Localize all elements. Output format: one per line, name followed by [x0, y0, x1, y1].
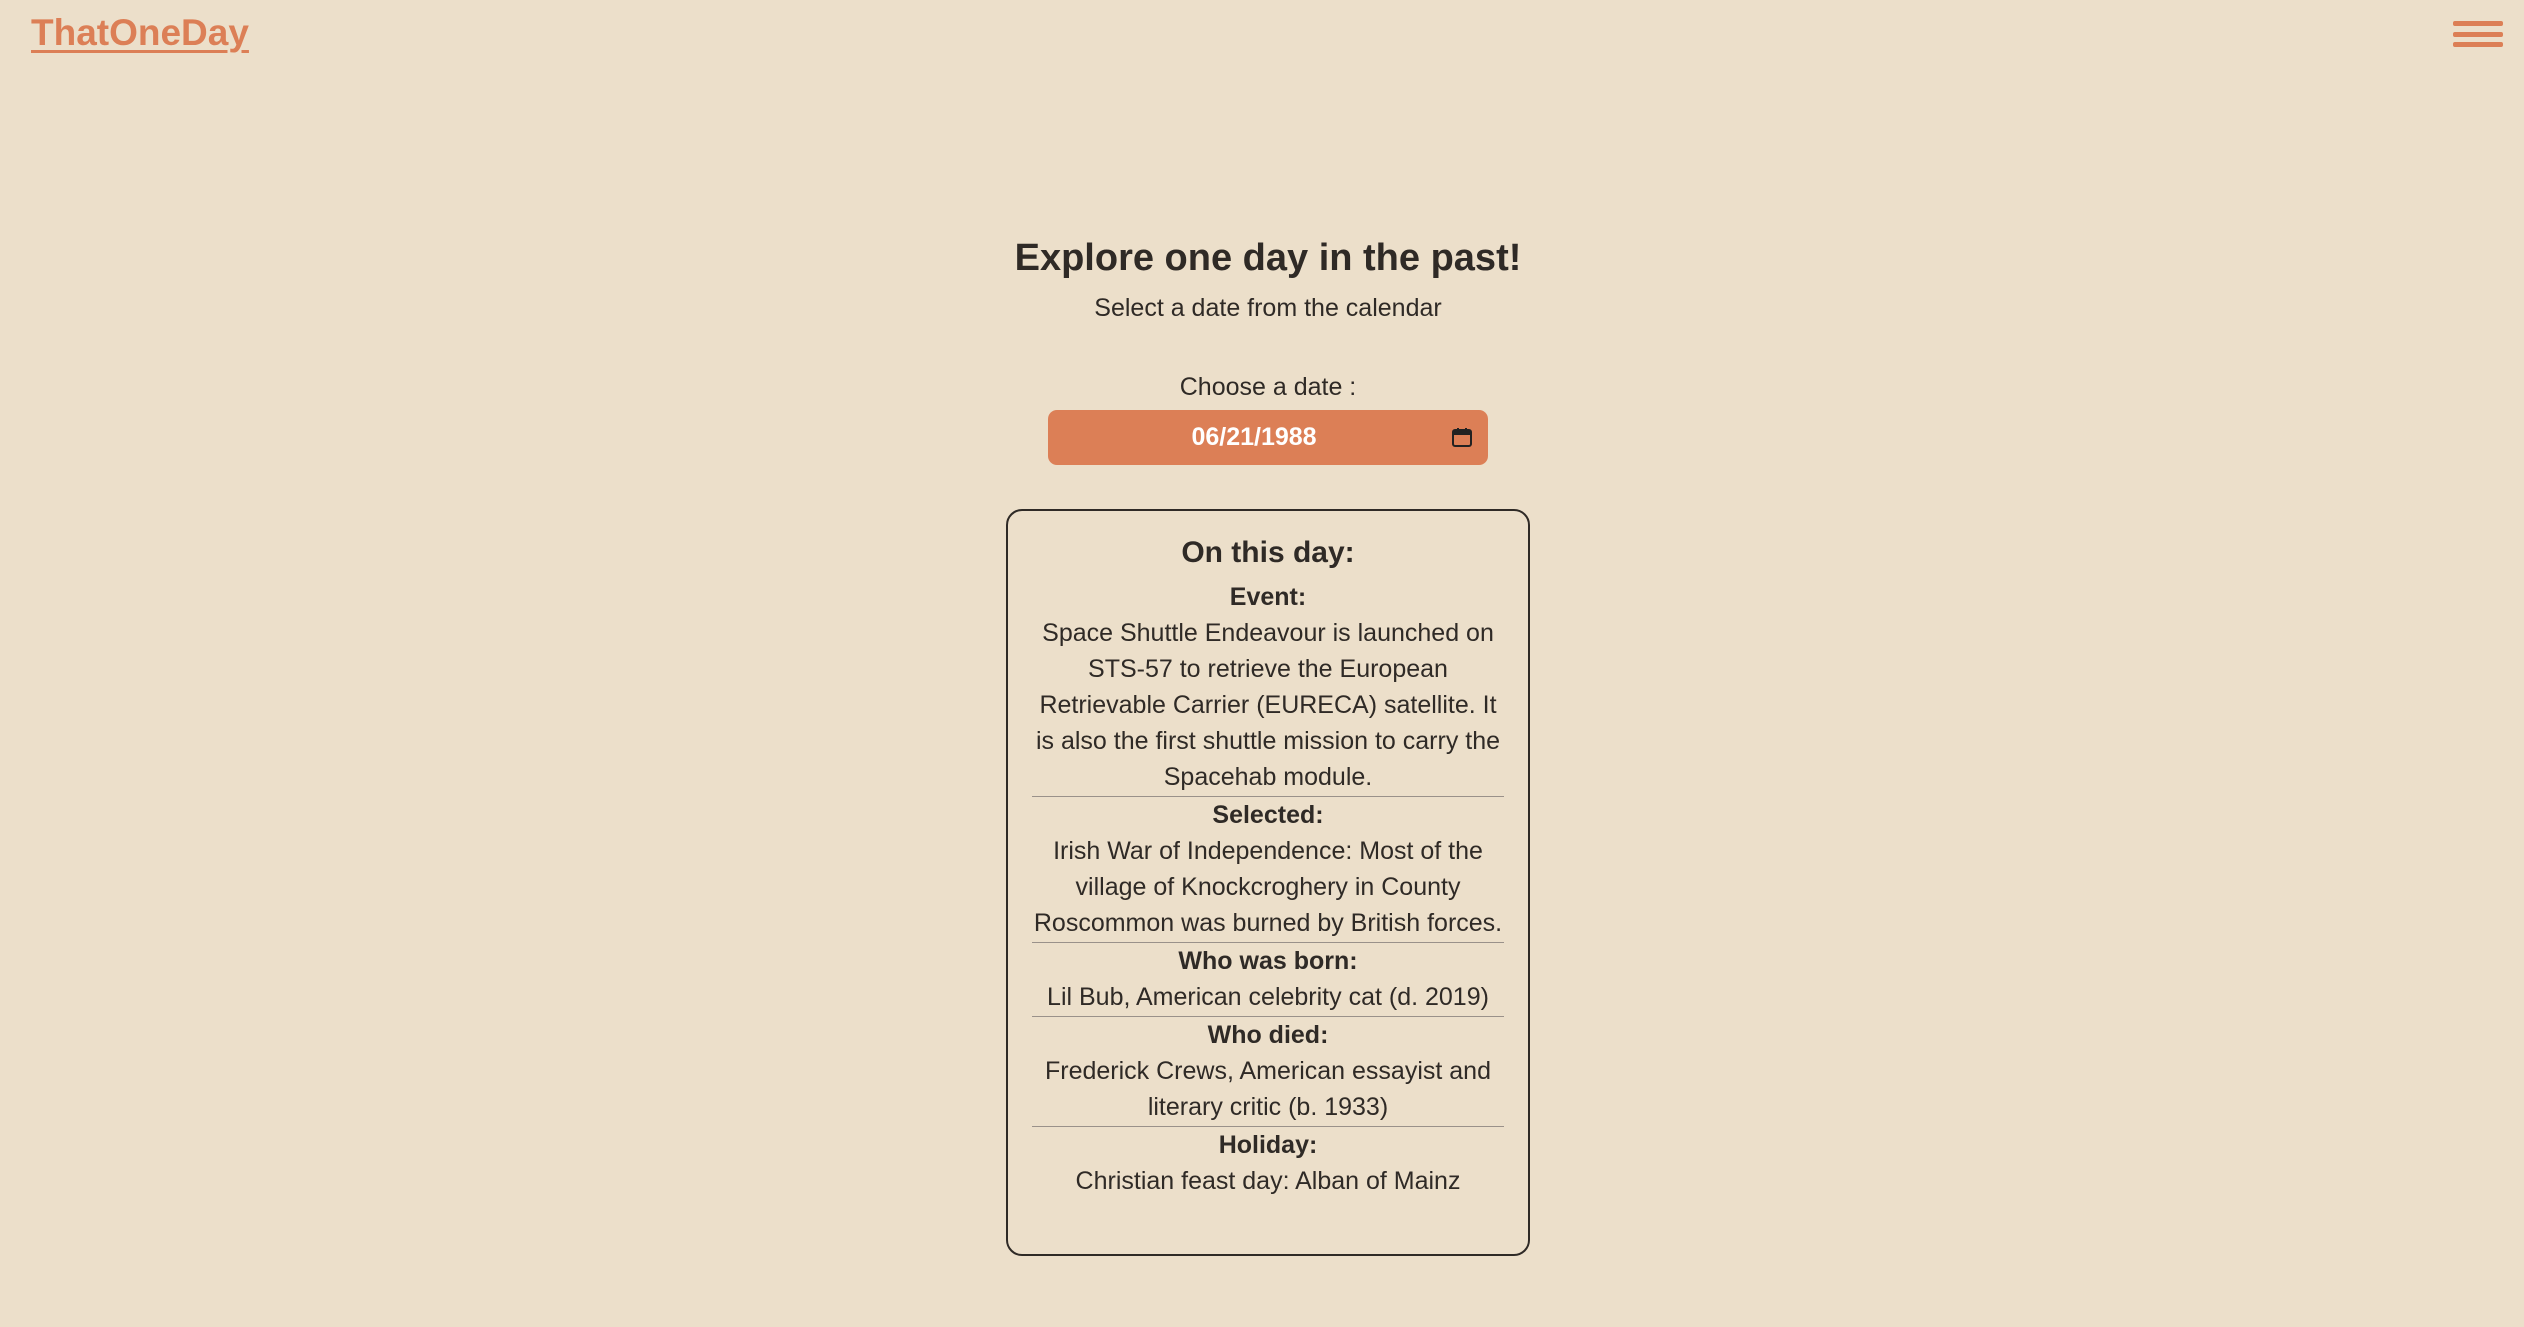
holiday-section: Holiday: Christian feast day: Alban of M…: [1032, 1127, 1504, 1200]
event-section: Event: Space Shuttle Endeavour is launch…: [1032, 579, 1504, 797]
section-title: Holiday:: [1218, 1131, 1318, 1159]
calendar-icon[interactable]: [1452, 428, 1472, 447]
menu-bar: [2453, 42, 2503, 47]
page-title: Explore one day in the past!: [1014, 237, 1522, 279]
hamburger-menu-icon[interactable]: [2453, 21, 2503, 47]
logo-link[interactable]: ThatOneDay: [31, 12, 249, 54]
section-text: Space Shuttle Endeavour is launched on S…: [1035, 619, 1501, 791]
date-value: 06/21/1988: [1191, 423, 1317, 451]
date-label: Choose a date :: [1179, 373, 1357, 401]
section-text: Lil Bub, American celebrity cat (d. 2019…: [1047, 983, 1489, 1011]
section-text: Christian feast day: Alban of Mainz: [1075, 1167, 1461, 1195]
section-title: Who died:: [1207, 1021, 1329, 1049]
menu-bar: [2453, 31, 2503, 37]
hero: Explore one day in the past! Select a da…: [0, 230, 2524, 330]
section-text: Frederick Crews, American essayist and l…: [1045, 1057, 1491, 1121]
section-title: Event:: [1229, 583, 1307, 611]
section-title: Selected:: [1212, 801, 1324, 829]
selected-section: Selected: Irish War of Independence: Mos…: [1032, 797, 1504, 943]
on-this-day-card: On this day: Event: Space Shuttle Endeav…: [1006, 509, 1530, 1256]
date-input[interactable]: 06/21/1988: [1048, 410, 1488, 465]
section-title: Who was born:: [1178, 947, 1358, 975]
section-text: Irish War of Independence: Most of the v…: [1033, 837, 1503, 937]
card-title: On this day:: [1181, 536, 1355, 569]
date-picker-area: Choose a date : 06/21/1988: [0, 366, 2524, 465]
page-subtitle: Select a date from the calendar: [1094, 294, 1442, 322]
died-section: Who died: Frederick Crews, American essa…: [1032, 1017, 1504, 1127]
menu-bar: [2453, 21, 2503, 26]
born-section: Who was born: Lil Bub, American celebrit…: [1032, 943, 1504, 1017]
